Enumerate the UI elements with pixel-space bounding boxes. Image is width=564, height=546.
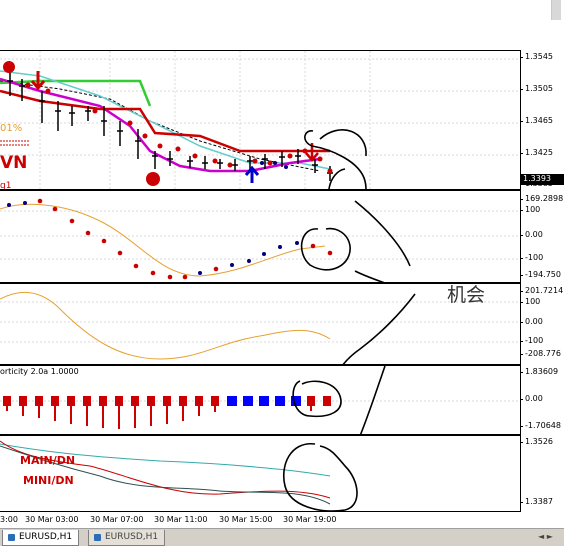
price-tick: 1.3505 <box>520 84 553 93</box>
vorticity-tick: -1.70648 <box>520 421 561 430</box>
annotation-text: 机会 <box>447 284 486 306</box>
vorticity-label: orticity 2.0a 1.0000 <box>0 367 79 376</box>
oscillator-pane-2[interactable] <box>0 283 520 365</box>
chart-tab-bar: EURUSD,H1 EURUSD,H1 ◄ ► <box>0 528 564 546</box>
osc1-tick: -100 <box>519 253 544 262</box>
window-top-strip <box>0 0 564 50</box>
main-mini-tick: 1.3387 <box>520 497 553 506</box>
osc1-tick: 0.00 <box>520 230 543 239</box>
osc1-tick: 169.2898 <box>519 194 564 203</box>
oscillator-pane-1[interactable] <box>0 190 520 283</box>
tab-eurusd-h1[interactable]: EURUSD,H1 <box>88 530 166 546</box>
osc2-tick: 100 <box>519 297 541 306</box>
vorticity-pane[interactable]: orticity 2.0a 1.0000 <box>0 365 520 435</box>
osc1-orange-line <box>0 203 326 277</box>
ma-cyan <box>0 70 331 170</box>
osc2-tick: 201.7214 <box>519 286 564 295</box>
price-label-wn: VN <box>0 153 28 173</box>
main-mini-pane[interactable]: MAIN/DN MINI/DN <box>0 435 520 512</box>
annotation-stroke-3 <box>342 293 416 364</box>
vorticity-svg <box>0 366 520 434</box>
main-mini-tick: 1.3526 <box>520 437 553 446</box>
tab-label: EURUSD,H1 <box>105 532 159 542</box>
price-tick: 1.3545 <box>520 52 553 61</box>
price-tick: 1.3425 <box>520 148 553 157</box>
osc1-tick: -194.750 <box>520 270 561 279</box>
main-mini-svg <box>0 440 358 511</box>
vorticity-axis: 1.83609 0.00 -1.70648 <box>519 365 564 435</box>
time-axis: 3:00 30 Mar 03:00 30 Mar 07:00 30 Mar 11… <box>0 512 520 528</box>
time-tick: 30 Mar 11:00 <box>154 515 208 524</box>
time-tick: 30 Mar 03:00 <box>25 515 79 524</box>
ma-red <box>0 89 330 153</box>
time-tick: 30 Mar 15:00 <box>219 515 273 524</box>
signal-top-circle <box>3 61 15 73</box>
chart-window: 01% VN g1 1.3545 1.3505 1.3465 1.3425 1.… <box>0 0 564 546</box>
time-tick: 30 Mar 07:00 <box>90 515 144 524</box>
signal-bottom-circle <box>146 172 160 186</box>
osc1-tick: 100 <box>519 205 541 214</box>
time-tick: 30 Mar 19:00 <box>283 515 337 524</box>
tab-eurusd-h1-active[interactable]: EURUSD,H1 <box>2 530 80 546</box>
price-label-g: g1 <box>0 181 12 190</box>
price-chart-svg <box>0 51 520 189</box>
annotation-circle-4 <box>283 443 358 511</box>
annotation-circle-2 <box>300 227 385 282</box>
osc2-tick: -208.776 <box>520 349 561 358</box>
osc2-tick: -100 <box>519 336 544 345</box>
oscillator-2-svg <box>0 291 520 364</box>
window-scroll-nub[interactable] <box>551 0 561 20</box>
vorticity-red-stems <box>6 406 312 429</box>
current-price-marker: 1.3393 <box>520 174 564 185</box>
price-red-dots <box>25 82 333 174</box>
vorticity-tick: 0.00 <box>520 394 543 403</box>
tab-scroll-arrows[interactable]: ◄ ► <box>538 532 553 541</box>
time-tick: 3:00 <box>0 515 18 524</box>
oscillator-1-svg <box>0 198 520 282</box>
oscillator-2-axis: 201.7214 100 0.00 -100 -208.776 <box>519 283 564 365</box>
price-tick: 1.3465 <box>520 116 553 125</box>
vorticity-tick: 1.83609 <box>519 367 559 376</box>
oscillator-1-axis: 169.2898 100 0.00 -100 -194.750 <box>519 190 564 283</box>
osc2-tick: 0.00 <box>520 317 543 326</box>
price-label-pct: 01% <box>0 123 23 134</box>
price-pane[interactable]: 01% VN g1 <box>0 50 520 190</box>
chart-icon <box>94 534 101 541</box>
sell-arrow-icon <box>30 71 46 91</box>
tab-label: EURUSD,H1 <box>19 532 73 542</box>
mini-label: MINI/DN <box>23 474 74 487</box>
main-label: MAIN/DN <box>20 454 76 467</box>
price-axis: 1.3545 1.3505 1.3465 1.3425 1.3385 <box>520 50 564 190</box>
main-mini-axis: 1.3526 1.3387 <box>520 435 564 512</box>
chart-icon <box>8 534 15 541</box>
